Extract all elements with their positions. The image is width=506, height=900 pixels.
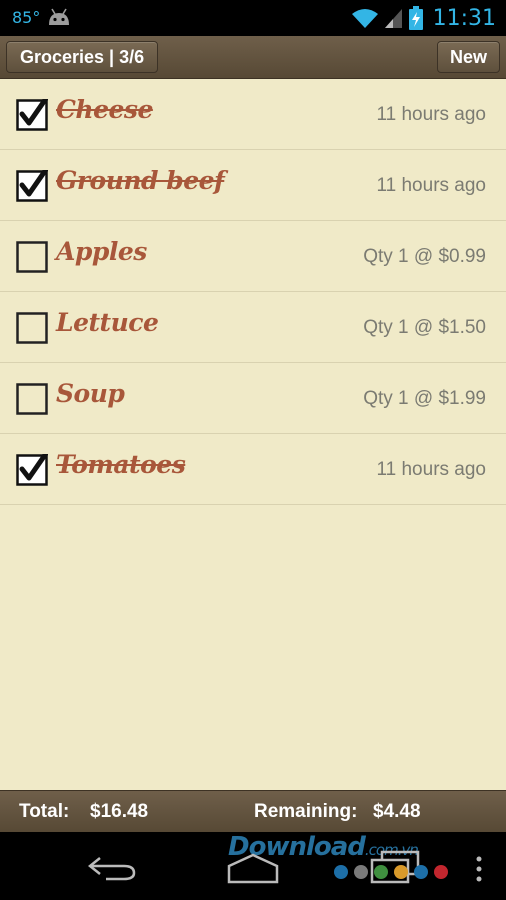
item-meta: 11 hours ago bbox=[376, 459, 486, 480]
list-item[interactable]: Lettuce Qty 1 @ $1.50 bbox=[0, 292, 506, 363]
list-title-button[interactable]: Groceries | 3/6 bbox=[6, 41, 159, 73]
action-bar: Groceries | 3/6 New bbox=[0, 36, 506, 79]
list-item[interactable]: Apples Qty 1 @ $0.99 bbox=[0, 221, 506, 292]
checkbox-unchecked[interactable] bbox=[16, 241, 48, 273]
overflow-menu-icon[interactable] bbox=[472, 854, 486, 884]
item-meta: 11 hours ago bbox=[376, 175, 486, 196]
remaining-label: Remaining: bbox=[254, 801, 358, 822]
totals-bar: Total: $16.48 Remaining: $4.48 bbox=[0, 790, 506, 832]
dot bbox=[434, 865, 448, 879]
item-meta: Qty 1 @ $1.99 bbox=[363, 388, 486, 409]
dot bbox=[334, 865, 348, 879]
empty-box-icon bbox=[16, 383, 48, 415]
dot bbox=[374, 865, 388, 879]
total-label: Total: bbox=[19, 801, 70, 822]
list-item[interactable]: Soup Qty 1 @ $1.99 bbox=[0, 363, 506, 434]
checkbox-unchecked[interactable] bbox=[16, 312, 48, 344]
empty-box-icon bbox=[16, 312, 48, 344]
item-name: Ground beef bbox=[56, 166, 225, 195]
item-meta: Qty 1 @ $1.50 bbox=[363, 317, 486, 338]
status-bar: 85° 11:31 bbox=[0, 0, 506, 36]
empty-box-icon bbox=[16, 241, 48, 273]
clock: 11:31 bbox=[432, 5, 496, 31]
item-meta: Qty 1 @ $0.99 bbox=[363, 246, 486, 267]
battery-charging-icon bbox=[408, 6, 423, 30]
list-item[interactable]: Tomatoes 11 hours ago bbox=[0, 434, 506, 505]
list-item[interactable]: Cheese 11 hours ago bbox=[0, 79, 506, 150]
back-icon[interactable] bbox=[86, 852, 138, 882]
item-meta: 11 hours ago bbox=[376, 104, 486, 125]
dot bbox=[414, 865, 428, 879]
new-item-button[interactable]: New bbox=[436, 41, 500, 73]
item-name: Apples bbox=[56, 237, 147, 266]
list-item[interactable]: Ground beef 11 hours ago bbox=[0, 150, 506, 221]
watermark-dots bbox=[334, 865, 448, 879]
item-name: Soup bbox=[56, 379, 125, 408]
item-name: Cheese bbox=[56, 95, 153, 124]
item-name: Tomatoes bbox=[56, 450, 186, 479]
checkbox-checked[interactable] bbox=[16, 449, 50, 486]
checkmark-icon bbox=[16, 94, 50, 131]
wifi-icon bbox=[351, 9, 378, 28]
temperature-indicator: 85° bbox=[12, 8, 41, 27]
checkmark-icon bbox=[16, 449, 50, 486]
grocery-list: Cheese 11 hours ago Ground beef 11 hours… bbox=[0, 79, 506, 790]
signal-icon bbox=[384, 9, 402, 28]
checkbox-checked[interactable] bbox=[16, 94, 50, 131]
home-icon[interactable] bbox=[226, 852, 280, 884]
navigation-bar: Download.com.vn bbox=[0, 832, 506, 900]
checkmark-icon bbox=[16, 165, 50, 202]
checkbox-checked[interactable] bbox=[16, 165, 50, 202]
android-icon bbox=[49, 8, 69, 25]
checkbox-unchecked[interactable] bbox=[16, 383, 48, 415]
remaining-value: $4.48 bbox=[373, 801, 421, 822]
total-value: $16.48 bbox=[90, 801, 149, 822]
status-icons: 11:31 bbox=[351, 4, 496, 32]
item-name: Lettuce bbox=[56, 308, 159, 337]
dot bbox=[394, 865, 408, 879]
dot bbox=[354, 865, 368, 879]
